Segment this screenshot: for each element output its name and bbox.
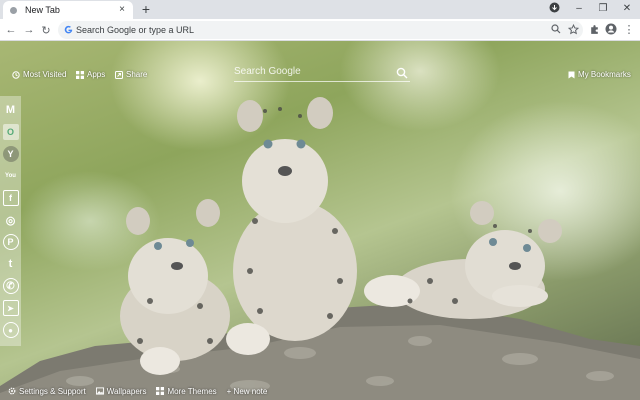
new-note-label: + New note	[226, 386, 268, 396]
outlook-icon[interactable]: O	[2, 124, 19, 140]
close-window-button[interactable]: ✕	[620, 2, 634, 16]
instagram-icon[interactable]: ◎	[3, 212, 19, 228]
forward-button[interactable]: →	[22, 22, 36, 38]
profile-download-icon[interactable]	[547, 2, 561, 16]
share-label: Share	[126, 70, 148, 79]
wallpapers-label: Wallpapers	[106, 386, 147, 396]
wallpapers-link[interactable]: Wallpapers	[95, 386, 147, 396]
share-link[interactable]: Share	[115, 70, 147, 79]
minimize-button[interactable]: –	[572, 2, 586, 16]
apps-label: Apps	[87, 70, 106, 79]
most-visited-link[interactable]: Most Visited	[12, 70, 66, 79]
settings-support-label: Settings & Support	[19, 386, 86, 396]
menu-kebab-icon[interactable]: ⋮	[622, 22, 636, 36]
yahoo-icon[interactable]: Y	[2, 146, 19, 162]
profile-avatar-icon[interactable]	[604, 22, 618, 36]
omnibox-input[interactable]	[76, 25, 526, 35]
image-icon	[95, 387, 104, 395]
tab-title: New Tab	[25, 5, 60, 15]
reload-button[interactable]: ↻	[39, 22, 53, 38]
search-icon[interactable]	[396, 66, 408, 79]
twitter-icon[interactable]: t	[3, 256, 19, 272]
zoom-search-icon[interactable]	[549, 22, 563, 36]
more-themes-link[interactable]: More Themes	[156, 386, 217, 396]
google-search-box[interactable]	[234, 62, 410, 82]
tab-strip: New Tab × + – ❐ ✕	[0, 0, 640, 19]
telegram-icon[interactable]: ➤	[2, 300, 19, 316]
tab-close-icon[interactable]: ×	[117, 5, 127, 15]
bookmark-icon	[567, 71, 575, 79]
youtube-icon[interactable]: You	[3, 168, 19, 184]
bottom-bar: Settings & Support Wallpapers More Theme…	[0, 382, 640, 400]
whatsapp-icon[interactable]: ✆	[2, 278, 19, 294]
extensions-puzzle-icon[interactable]	[587, 22, 601, 36]
apps-grid-icon	[76, 70, 84, 79]
browser-toolbar: ← → ↻ ⋮	[0, 19, 640, 41]
back-button[interactable]: ←	[4, 22, 18, 38]
pinterest-icon[interactable]: P	[2, 234, 19, 250]
settings-support-link[interactable]: Settings & Support	[8, 387, 86, 396]
new-tab-page: Most Visited Apps Share My Bookmarks M O…	[0, 41, 640, 400]
tab-new-tab[interactable]: New Tab ×	[3, 1, 133, 19]
more-themes-label: More Themes	[167, 386, 217, 396]
reddit-icon[interactable]: ●	[2, 322, 19, 338]
facebook-icon[interactable]: f	[2, 190, 19, 206]
new-tab-button[interactable]: +	[139, 2, 153, 16]
quick-links-sidebar: M O Y You f ◎ P t ✆ ➤ ●	[0, 96, 21, 346]
snow-leopard-wallpaper	[0, 97, 640, 400]
history-icon	[12, 70, 20, 79]
new-note-link[interactable]: + New note	[227, 387, 268, 396]
grid-icon	[156, 387, 165, 395]
google-search-input[interactable]	[234, 66, 384, 77]
share-icon	[115, 70, 123, 79]
restore-button[interactable]: ❐	[596, 2, 610, 16]
my-bookmarks-label: My Bookmarks	[578, 70, 631, 79]
omnibox[interactable]	[58, 21, 583, 39]
gear-icon	[8, 387, 16, 395]
most-visited-label: Most Visited	[23, 70, 67, 79]
snow-leopard-favicon-icon	[9, 6, 18, 15]
bookmark-star-icon[interactable]	[566, 22, 580, 36]
apps-link[interactable]: Apps	[76, 70, 105, 79]
gmail-icon[interactable]: M	[3, 102, 19, 118]
my-bookmarks-link[interactable]: My Bookmarks	[567, 70, 631, 79]
google-g-icon	[64, 25, 74, 36]
